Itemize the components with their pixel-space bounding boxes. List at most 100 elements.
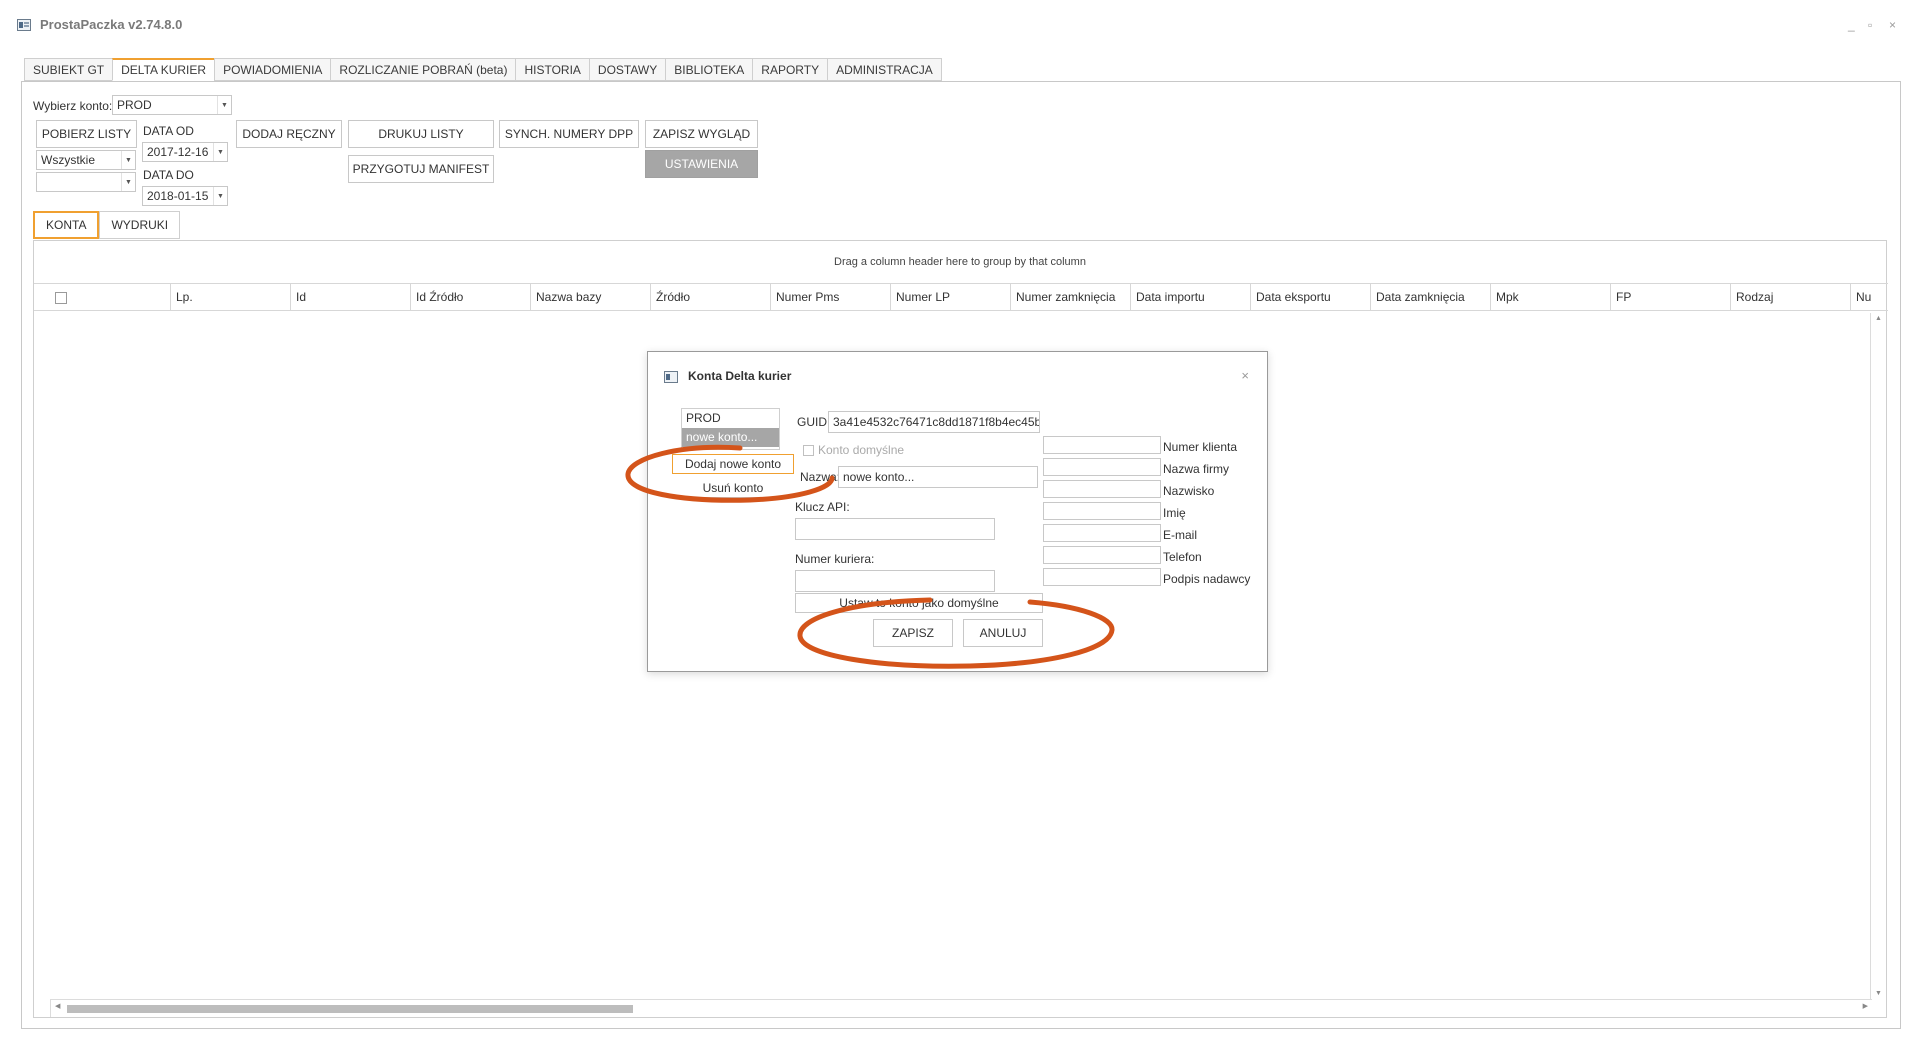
vertical-scrollbar[interactable]: ▲ ▼ (1870, 313, 1886, 999)
close-icon[interactable]: × (1889, 18, 1896, 32)
account-item-prod[interactable]: PROD (682, 409, 779, 428)
accounts-list: PROD nowe konto... (681, 408, 780, 450)
horizontal-scrollbar[interactable]: ◀ ▶ (50, 999, 1872, 1017)
scroll-up-icon[interactable]: ▲ (1875, 315, 1882, 322)
settings-button[interactable]: USTAWIENIA (645, 150, 758, 178)
scroll-right-icon[interactable]: ▶ (1863, 1002, 1868, 1010)
account-label: Wybierz konto: (33, 99, 113, 113)
title-bar: ProstaPaczka v2.74.8.0 _ ▫ × (0, 0, 1920, 48)
api-key-label: Klucz API: (795, 500, 850, 514)
column-id[interactable]: Id (290, 284, 410, 310)
email-input[interactable] (1043, 524, 1161, 542)
chevron-down-icon: ▼ (213, 143, 227, 161)
filter-select-value: Wszystkie (41, 153, 95, 167)
column-numer-zamkniecia[interactable]: Numer zamknięcia (1010, 284, 1130, 310)
dialog-title: Konta Delta kurier (688, 369, 792, 383)
chevron-down-icon: ▼ (213, 187, 227, 205)
api-key-input[interactable] (795, 518, 995, 540)
set-default-button[interactable]: Ustaw to konto jako domyślne (795, 593, 1043, 613)
column-lp[interactable]: Lp. (170, 284, 290, 310)
chevron-down-icon: ▼ (217, 96, 231, 114)
accounts-dialog: Konta Delta kurier × PROD nowe konto... … (647, 351, 1268, 672)
sender-signature-label: Podpis nadawcy (1163, 572, 1251, 586)
tab-biblioteka[interactable]: BIBLIOTEKA (665, 58, 753, 81)
date-to-value: 2018-01-15 (147, 189, 209, 203)
tab-administracja[interactable]: ADMINISTRACJA (827, 58, 942, 81)
column-id-zrodlo[interactable]: Id Źródło (410, 284, 530, 310)
first-name-label: Imię (1163, 506, 1186, 520)
tab-konta[interactable]: KONTA (33, 211, 100, 239)
filter2-select[interactable]: ▼ (36, 172, 136, 192)
tab-wydruki[interactable]: WYDRUKI (99, 211, 181, 239)
column-data-eksportu[interactable]: Data eksportu (1250, 284, 1370, 310)
column-fp[interactable]: FP (1610, 284, 1730, 310)
date-from-label: DATA OD (143, 124, 194, 138)
chevron-down-icon: ▼ (121, 151, 135, 169)
column-mpk[interactable]: Mpk (1490, 284, 1610, 310)
add-account-button[interactable]: Dodaj nowe konto (672, 454, 794, 474)
courier-number-label: Numer kuriera: (795, 552, 875, 566)
column-nu[interactable]: Nu (1850, 284, 1888, 310)
date-to-label: DATA DO (143, 168, 194, 182)
tab-powiadomienia[interactable]: POWIADOMIENIA (214, 58, 331, 81)
fetch-lists-button[interactable]: POBIERZ LISTY (36, 120, 137, 148)
main-tabs: SUBIEKT GT DELTA KURIER POWIADOMIENIA RO… (24, 58, 942, 81)
courier-number-input[interactable] (795, 570, 995, 592)
print-lists-button[interactable]: DRUKUJ LISTY (348, 120, 494, 148)
account-select[interactable]: PROD ▼ (112, 95, 232, 115)
sender-signature-input[interactable] (1043, 568, 1161, 586)
minimize-icon[interactable]: _ (1848, 18, 1855, 32)
guid-field: 3a41e4532c76471c8dd1871f8b4ec45b (828, 411, 1040, 433)
column-numer-pms[interactable]: Numer Pms (770, 284, 890, 310)
tab-raporty[interactable]: RAPORTY (752, 58, 828, 81)
cancel-button[interactable]: ANULUJ (963, 619, 1043, 647)
date-from-picker[interactable]: 2017-12-16 ▼ (142, 142, 228, 162)
app-icon (17, 19, 31, 31)
column-data-zamkniecia[interactable]: Data zamknięcia (1370, 284, 1490, 310)
tab-delta-kurier[interactable]: DELTA KURIER (112, 58, 215, 81)
name-input[interactable]: nowe konto... (838, 466, 1038, 488)
tab-subiekt-gt[interactable]: SUBIEKT GT (24, 58, 113, 81)
window-title: ProstaPaczka v2.74.8.0 (40, 17, 183, 32)
scroll-thumb[interactable] (67, 1005, 633, 1013)
add-manual-button[interactable]: DODAJ RĘCZNY (236, 120, 342, 148)
default-account-label: Konto domyślne (818, 443, 905, 457)
scroll-left-icon[interactable]: ◀ (55, 1002, 60, 1010)
surname-input[interactable] (1043, 480, 1161, 498)
scroll-down-icon[interactable]: ▼ (1875, 990, 1882, 997)
save-view-button[interactable]: ZAPISZ WYGLĄD (645, 120, 758, 148)
date-to-picker[interactable]: 2018-01-15 ▼ (142, 186, 228, 206)
tab-rozliczanie-pobran[interactable]: ROZLICZANIE POBRAŃ (beta) (330, 58, 516, 81)
column-rodzaj[interactable]: Rodzaj (1730, 284, 1850, 310)
account-select-value: PROD (117, 98, 152, 112)
first-name-input[interactable] (1043, 502, 1161, 520)
chevron-down-icon: ▼ (121, 173, 135, 191)
name-label: Nazwa: (800, 470, 841, 484)
default-account-checkbox: Konto domyślne (803, 443, 904, 457)
client-number-input[interactable] (1043, 436, 1161, 454)
date-from-value: 2017-12-16 (147, 145, 209, 159)
column-nazwa-bazy[interactable]: Nazwa bazy (530, 284, 650, 310)
remove-account-button[interactable]: Usuń konto (672, 478, 794, 498)
restore-icon[interactable]: ▫ (1868, 18, 1872, 32)
guid-label: GUID: (797, 415, 831, 429)
prepare-manifest-button[interactable]: PRZYGOTUJ MANIFEST (348, 155, 494, 183)
select-all-checkbox[interactable] (55, 292, 67, 304)
group-hint: Drag a column header here to group by th… (834, 256, 1086, 268)
column-zrodlo[interactable]: Źródło (650, 284, 770, 310)
column-numer-lp[interactable]: Numer LP (890, 284, 1010, 310)
tab-historia[interactable]: HISTORIA (515, 58, 589, 81)
tab-dostawy[interactable]: DOSTAWY (588, 58, 666, 81)
account-item-new[interactable]: nowe konto... (682, 428, 779, 447)
checkbox-icon (803, 445, 814, 457)
grid-header: Lp. Id Id Źródło Nazwa bazy Źródło Numer… (34, 283, 1888, 311)
filter-select[interactable]: Wszystkie ▼ (36, 150, 136, 170)
surname-label: Nazwisko (1163, 484, 1215, 498)
email-label: E-mail (1163, 528, 1198, 542)
sync-dpp-button[interactable]: SYNCH. NUMERY DPP (499, 120, 639, 148)
save-button[interactable]: ZAPISZ (873, 619, 953, 647)
phone-input[interactable] (1043, 546, 1161, 564)
column-data-importu[interactable]: Data importu (1130, 284, 1250, 310)
company-name-input[interactable] (1043, 458, 1161, 476)
dialog-close-icon[interactable]: × (1241, 368, 1249, 383)
